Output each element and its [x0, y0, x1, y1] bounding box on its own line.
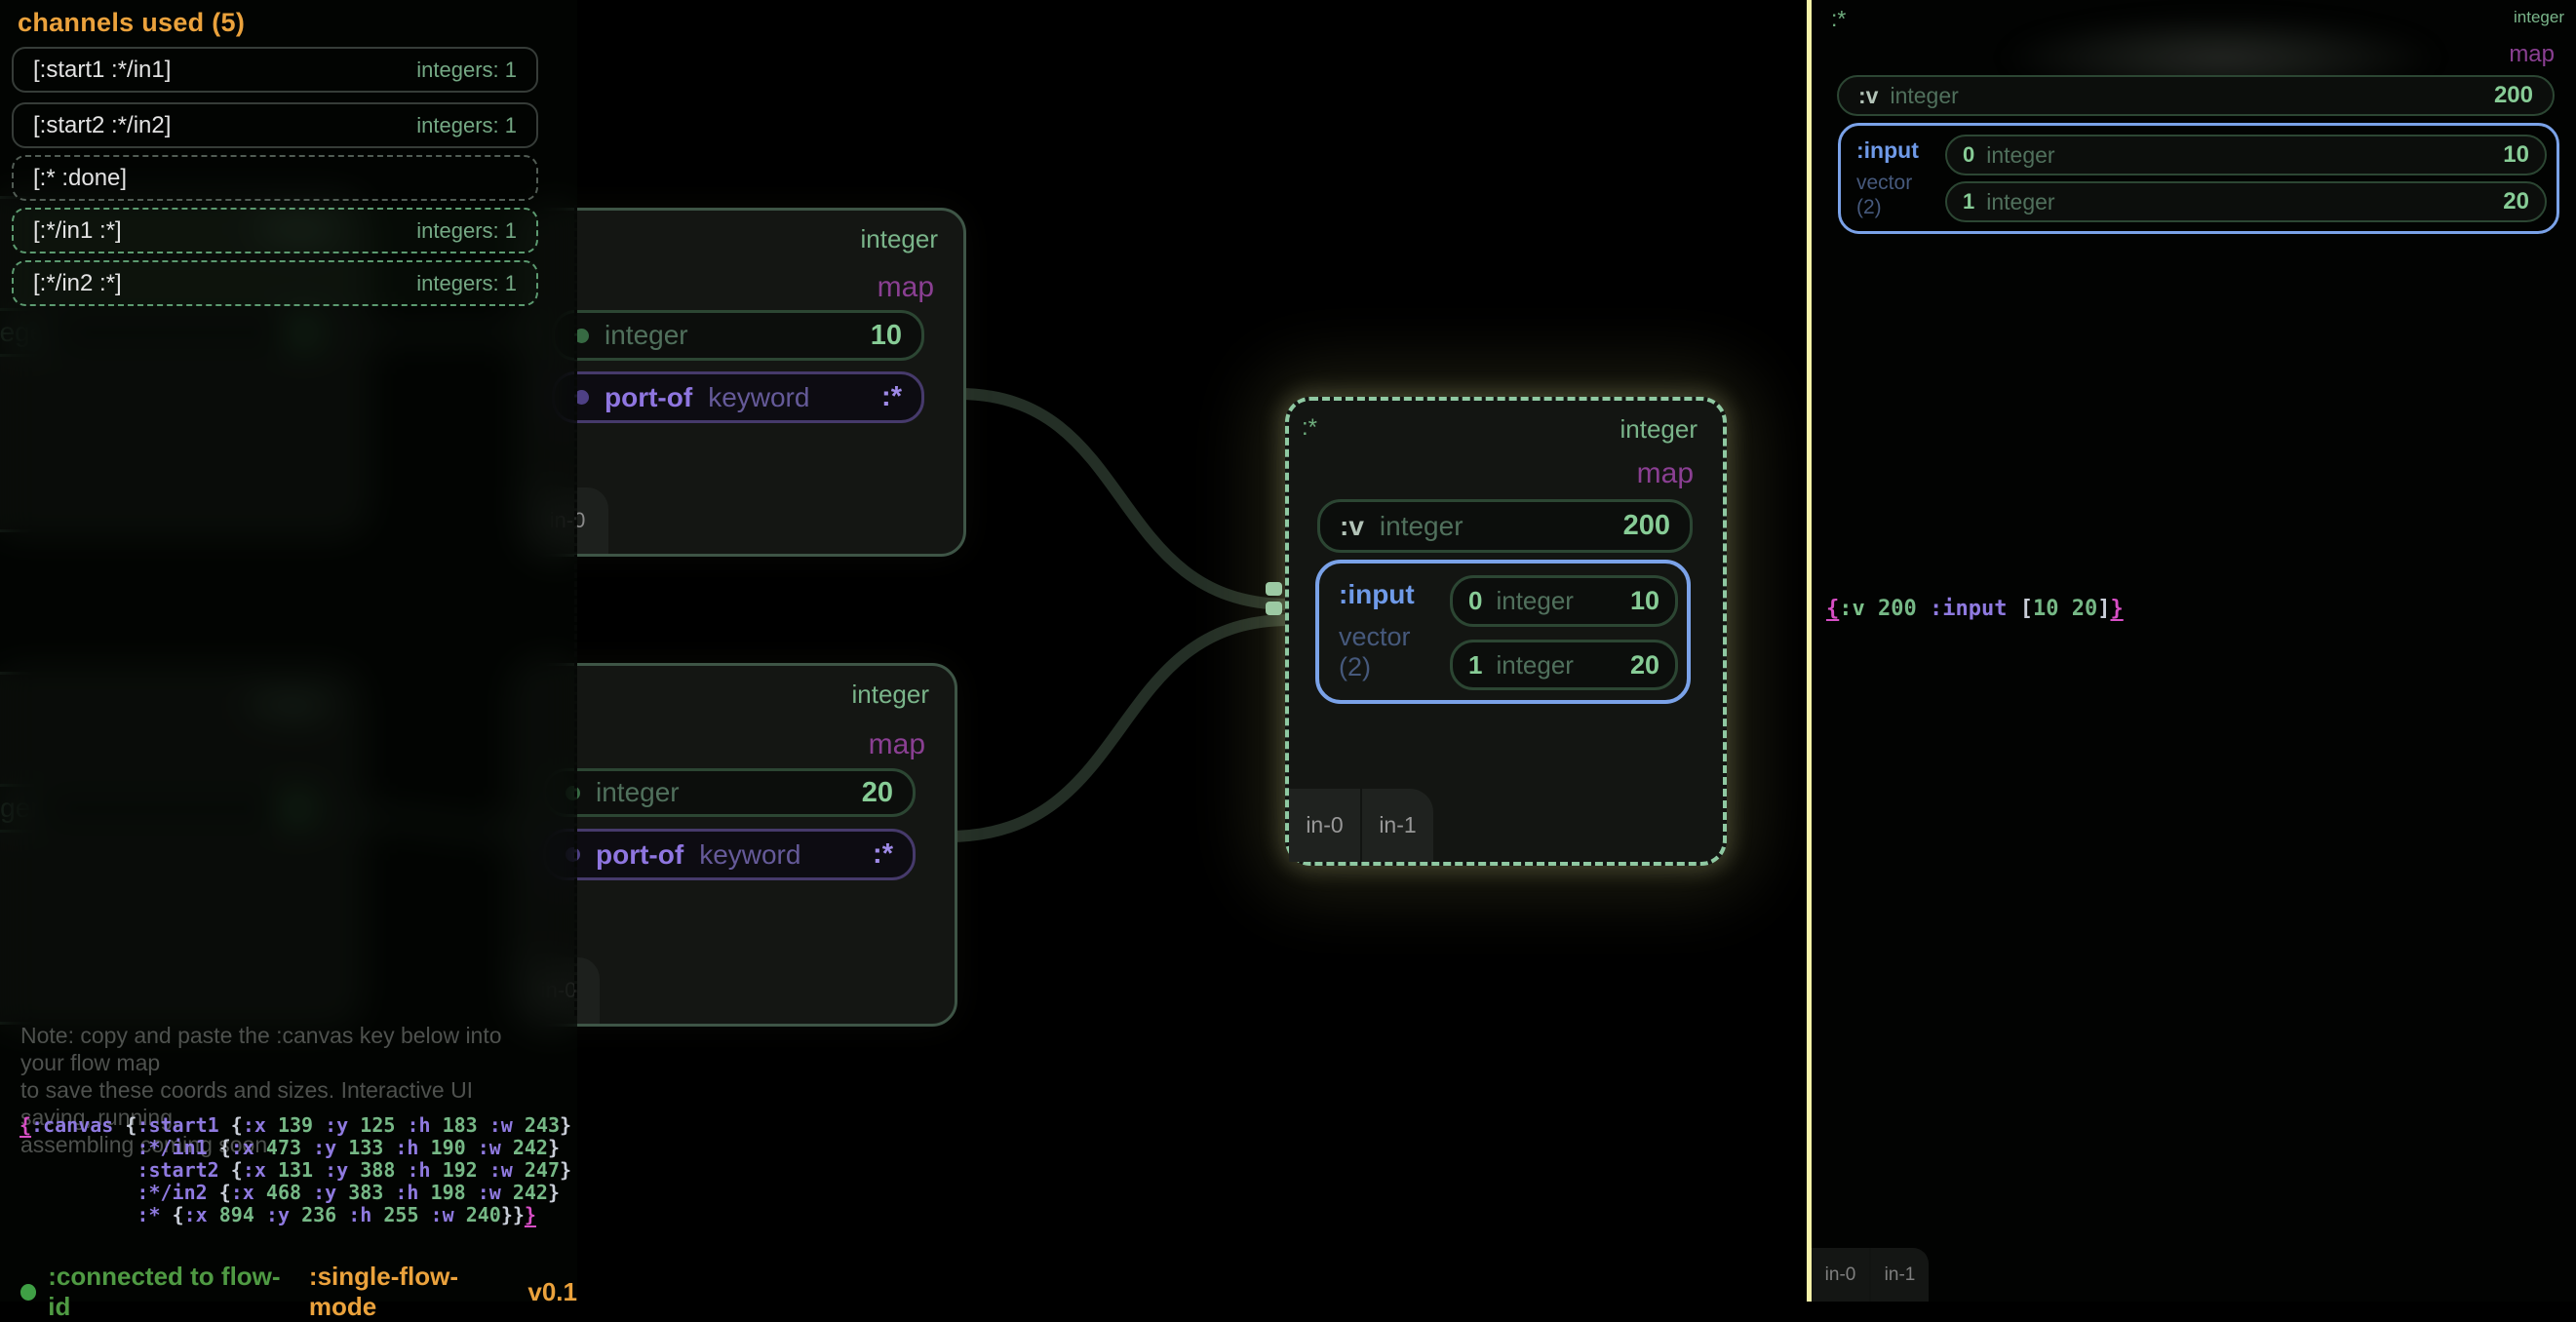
channels-panel: channels used (5) [:start1 :*/in1] integ… — [0, 0, 577, 1302]
channel-label: [:* :done] — [33, 165, 127, 192]
input-kind-label: vector — [1856, 172, 1912, 195]
status-bar: :connected to flow-id :single-flow-mode … — [20, 1262, 577, 1322]
channel-label: [:*/in2 :*] — [33, 270, 122, 297]
channel-item[interactable]: [:start1 :*/in1] integers: 1 — [12, 47, 538, 93]
node-value-code: {:v 200 :input [10 20]} — [1826, 597, 2124, 621]
pill-value: 200 — [2494, 82, 2533, 109]
pill-key: port-of — [596, 839, 683, 871]
input-port-icon — [1266, 582, 1282, 596]
pill-type: integer — [1986, 142, 2054, 169]
value-pill[interactable]: integer 20 — [543, 768, 916, 817]
pill-value: 10 — [2503, 141, 2529, 169]
channel-item[interactable]: [:* :done] — [12, 155, 538, 201]
pill-type: integer — [1380, 511, 1464, 542]
input-vector-group[interactable]: :input vector (2) 0 integer 10 1 integer… — [1838, 123, 2559, 234]
port-pill[interactable]: port-of keyword :* — [552, 371, 924, 423]
tab-in-1[interactable]: in-1 — [1869, 1248, 1929, 1302]
node-fn-label: map — [1637, 457, 1694, 490]
pill-key: :v — [1858, 83, 1878, 109]
note-line: Note: copy and paste the :canvas key bel… — [20, 1022, 537, 1076]
channel-label: [:start2 :*/in2] — [33, 112, 171, 139]
pill-value: 20 — [2503, 188, 2529, 215]
pill-value: 20 — [1630, 650, 1659, 680]
tab-in-0[interactable]: in-0 — [1289, 789, 1360, 862]
pill-value: 10 — [871, 320, 902, 352]
channel-item[interactable]: [:*/in2 :*] integers: 1 — [12, 260, 538, 306]
pill-index: 0 — [1963, 142, 1974, 168]
value-pill[interactable]: integer 10 — [552, 310, 924, 361]
input-arity-label: (2) — [1856, 196, 1882, 219]
pill-type: integer — [1496, 586, 1574, 616]
pill-value: 10 — [1630, 586, 1659, 616]
canvas-code-block: {:canvas {:start1 {:x 139 :y 125 :h 183 … — [20, 1114, 571, 1226]
pill-type: keyword — [708, 382, 809, 413]
node-fn-label: map — [869, 728, 925, 761]
pill-value: :* — [881, 381, 902, 413]
channel-count: integers: 1 — [416, 113, 517, 138]
node-star-selected[interactable]: :* integer map :v integer 200 :input vec… — [1285, 397, 1727, 866]
node-fn-label: map — [878, 271, 934, 304]
inspector-node-title: :* — [1831, 6, 1846, 32]
value-pill-v[interactable]: :v integer 200 — [1837, 75, 2555, 116]
input-vector-group[interactable]: :input vector (2) 0 integer 10 1 integer… — [1315, 560, 1691, 704]
node-title: :* — [1302, 414, 1317, 442]
input-port-icon — [1266, 602, 1282, 615]
node-tabs: in-0 in-1 — [1289, 789, 1433, 862]
status-connected-label: :connected to flow-id — [48, 1262, 292, 1322]
inspector-tabs: in-0 in-1 — [1812, 1248, 1929, 1302]
status-mode-label: :single-flow-mode — [309, 1262, 516, 1322]
pill-type: integer — [1890, 83, 1958, 109]
connected-status-icon — [20, 1284, 36, 1301]
tab-in-1[interactable]: in-1 — [1360, 789, 1433, 862]
pill-type: integer — [1496, 650, 1574, 680]
pill-key: :v — [1340, 511, 1364, 542]
inspector-fn-label: map — [2509, 41, 2555, 68]
pill-index: 0 — [1468, 586, 1482, 616]
node-type-label: integer — [1620, 414, 1698, 445]
input-kind-label: vector — [1339, 622, 1411, 652]
pill-type: keyword — [699, 839, 800, 871]
pill-index: 1 — [1963, 189, 1974, 214]
vector-item-pill[interactable]: 1 integer 20 — [1450, 640, 1678, 690]
tab-in-0[interactable]: in-0 — [1812, 1248, 1869, 1302]
input-key-label: :input — [1339, 579, 1415, 610]
pill-type: integer — [1986, 189, 2054, 215]
pill-index: 1 — [1468, 650, 1482, 680]
channel-label: [:*/in1 :*] — [33, 217, 122, 245]
node-type-label: integer — [852, 680, 930, 710]
wire-in2-star — [948, 620, 1289, 836]
panel-edge-dashed-divider — [574, 205, 577, 1016]
input-arity-label: (2) — [1339, 652, 1371, 682]
vector-item-pill[interactable]: 0 integer 10 — [1945, 135, 2547, 175]
channels-title: channels used (5) — [18, 8, 245, 38]
pill-value: 200 — [1623, 510, 1670, 542]
node-in1[interactable]: integer map integer 10 port-of keyword :… — [524, 208, 966, 557]
vector-item-pill[interactable]: 1 integer 20 — [1945, 181, 2547, 222]
status-version-label: v0.1 — [527, 1277, 577, 1307]
channel-count: integers: 1 — [416, 58, 517, 83]
port-pill[interactable]: port-of keyword :* — [543, 829, 916, 880]
pill-key: port-of — [605, 382, 692, 413]
channel-count: integers: 1 — [416, 218, 517, 244]
inspector-type-label: integer — [2514, 8, 2564, 27]
pill-type: integer — [605, 320, 688, 351]
node-in2[interactable]: integer map integer 20 port-of keyword :… — [515, 663, 957, 1027]
pill-value: 20 — [862, 777, 893, 809]
channel-item[interactable]: [:start2 :*/in2] integers: 1 — [12, 102, 538, 148]
wire-in1-star — [958, 394, 1289, 604]
pill-type: integer — [596, 777, 680, 808]
channel-item[interactable]: [:*/in1 :*] integers: 1 — [12, 208, 538, 253]
vector-item-pill[interactable]: 0 integer 10 — [1450, 575, 1678, 627]
pill-value: :* — [873, 838, 893, 871]
input-key-label: :input — [1856, 137, 1919, 164]
node-type-label: integer — [861, 224, 939, 254]
value-pill-v[interactable]: :v integer 200 — [1317, 499, 1693, 553]
node-inspector-panel: :* integer map :v integer 200 :input vec… — [1807, 0, 2576, 1302]
channel-label: [:start1 :*/in1] — [33, 57, 171, 84]
channel-count: integers: 1 — [416, 271, 517, 296]
